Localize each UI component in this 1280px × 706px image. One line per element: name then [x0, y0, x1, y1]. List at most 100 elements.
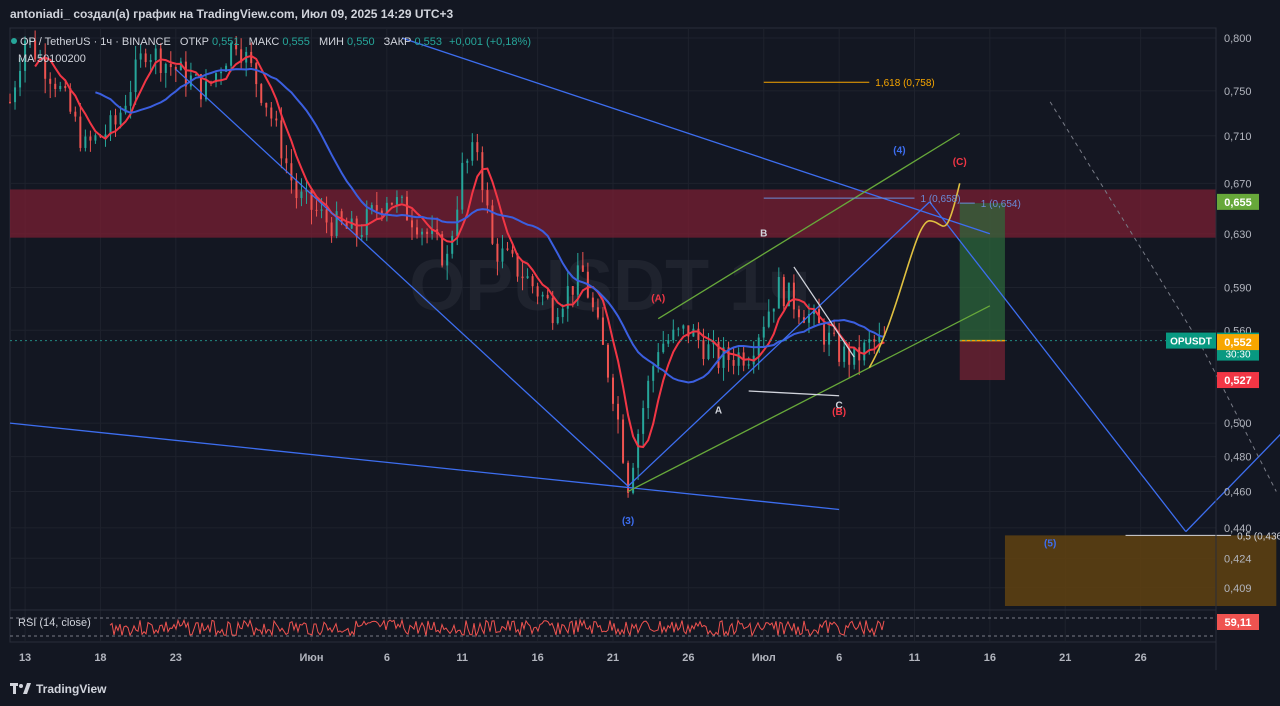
candle-body [109, 115, 112, 135]
candle-body [94, 135, 97, 141]
candle-body [486, 190, 489, 206]
candle-body [863, 342, 866, 361]
time-axis[interactable]: 13 18 23 Июн 6 11 16 21 26 Июл 6 11 16 21 26 [19, 652, 1147, 664]
candle-body [14, 87, 17, 103]
time-tick-label: 16 [532, 652, 544, 664]
rsi-pane: RSI (14, close) 59,11 [10, 614, 1259, 638]
price-label-text: 0,527 [1224, 375, 1252, 387]
rsi-value-text: 59,11 [1225, 617, 1252, 629]
wave-label: B [760, 228, 767, 239]
candle-body [154, 48, 157, 60]
candle-body [858, 347, 861, 361]
candle-body [375, 205, 378, 211]
price-tick-label: 0,670 [1224, 178, 1252, 190]
candle-body [325, 209, 328, 223]
candle-body [411, 220, 413, 228]
candle-body [265, 102, 268, 108]
candle-body [49, 78, 52, 84]
status-dot-icon [11, 38, 17, 44]
price-tick-label: 0,460 [1224, 486, 1252, 498]
candle-body [627, 462, 630, 493]
fib-level-label: 1 (0,654) [981, 199, 1021, 210]
legend-symbol: OP / TetherUS · 1ч · BINANCE [20, 36, 171, 48]
price-label-text: 0,552 [1224, 337, 1252, 349]
candle-body [280, 120, 283, 159]
candle-body [772, 308, 775, 312]
price-tick-label: 0,710 [1224, 131, 1252, 143]
symbol-price-tag-label: OPUSDT [1170, 337, 1212, 348]
candle-body [551, 298, 554, 324]
price-tick-label: 0,590 [1224, 283, 1252, 295]
candle-body [54, 83, 57, 89]
candle-body [797, 309, 800, 318]
candle-body [260, 84, 263, 103]
candle-body [471, 142, 474, 161]
candle-body [606, 344, 609, 378]
footer-brand[interactable]: TradingView [10, 682, 106, 696]
tradingview-logo-icon [10, 683, 31, 694]
long-position-stop [959, 340, 1005, 381]
candle-body [637, 433, 640, 468]
candle-body [255, 63, 258, 85]
legend-low-value: 0,550 [347, 36, 375, 48]
candle-body [652, 366, 655, 381]
candle-body [526, 276, 529, 279]
candle-body [657, 352, 660, 367]
candle-body [617, 403, 620, 420]
candle-body [782, 277, 785, 307]
candle-body [677, 328, 680, 330]
resistance-zone [10, 189, 1216, 238]
candle-body [823, 323, 826, 345]
candle-body [501, 248, 504, 262]
wave-label: (5) [1044, 539, 1056, 550]
legend-open-value: 0,551 [212, 36, 240, 48]
candle-body [622, 419, 625, 463]
time-tick-label: 6 [836, 652, 842, 664]
candle-body [767, 311, 770, 327]
wave-label: (B) [832, 407, 846, 418]
candle-body [571, 286, 574, 295]
candle-body [521, 276, 524, 279]
price-tick-label: 0,440 [1224, 523, 1252, 535]
candle-body [496, 243, 499, 262]
countdown-text: 30:30 [1225, 350, 1250, 361]
candle-body [531, 276, 534, 287]
svg-text:OP / TetherUS · 1ч · BINANCE: OP / TetherUS · 1ч · BINANCE ОТКР 0,551 … [20, 36, 531, 48]
price-chart[interactable]: OPUSDT 1ч 1,618 (0,758) 1 (0,658) 1 (0,654… [0, 0, 1280, 706]
legend-low-label: МИН [319, 36, 344, 48]
wave-trendline-lower [9, 422, 840, 511]
candle-body [581, 265, 584, 272]
time-tick-label: 21 [1059, 652, 1071, 664]
price-tick-label: 0,409 [1224, 583, 1252, 595]
candle-body [220, 71, 223, 74]
time-tick-label: 26 [1135, 652, 1147, 664]
candle-body [119, 112, 122, 125]
wave-label: (C) [953, 157, 967, 168]
candle-body [139, 53, 142, 60]
candle-body [747, 364, 750, 366]
candle-body [315, 209, 318, 211]
candle-body [340, 211, 343, 223]
wave-label: (A) [651, 294, 665, 305]
candle-body [561, 308, 564, 318]
candle-body [601, 317, 604, 345]
candle-body [169, 63, 172, 68]
time-tick-label: 16 [984, 652, 996, 664]
watermark-text: OPUSDT 1ч [409, 246, 811, 326]
candle-body [395, 197, 398, 205]
candle-body [295, 180, 298, 199]
candle-body [421, 231, 424, 235]
candle-body [330, 222, 333, 236]
price-tick-label: 0,424 [1224, 553, 1252, 565]
chart-frame: { "header": { "caption": "antoniadi_ соз… [0, 0, 1280, 706]
candle-body [275, 118, 278, 121]
fib-level-label: 1,618 (0,758) [875, 78, 935, 89]
time-tick-label: 11 [909, 652, 921, 664]
time-tick-label: 23 [170, 652, 182, 664]
time-tick-label: Июл [752, 652, 776, 664]
candle-body [843, 346, 846, 362]
candle-body [446, 253, 449, 266]
candle-body [416, 227, 419, 235]
candle-body [672, 329, 675, 341]
candle-body [732, 360, 735, 366]
